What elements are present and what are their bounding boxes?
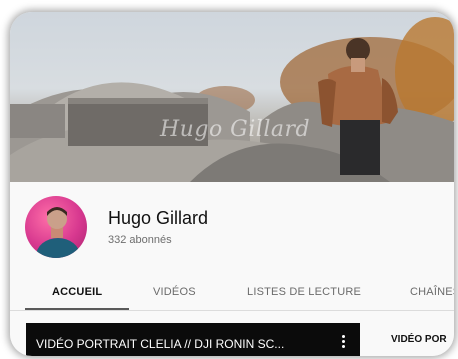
tab-videos[interactable]: VIDÉOS — [153, 286, 196, 298]
side-video-title[interactable]: VIDÉO POR — [391, 334, 447, 345]
avatar-person-icon — [36, 207, 80, 258]
banner-photo — [10, 17, 454, 182]
tabs-divider — [10, 310, 454, 311]
avatar[interactable] — [25, 196, 87, 258]
featured-video[interactable]: VIDÉO PORTRAIT CLELIA // DJI RONIN SC... — [26, 323, 360, 356]
banner-watermark: Hugo Gillard — [160, 117, 311, 142]
channel-banner: Hugo Gillard — [10, 12, 454, 182]
tab-channels[interactable]: CHAÎNES — [410, 286, 454, 298]
tab-accueil[interactable]: ACCUEIL — [52, 286, 102, 298]
subscriber-count: 332 abonnés — [108, 234, 172, 246]
channel-name: Hugo Gillard — [108, 208, 209, 228]
channel-tabs: ACCUEIL VIDÉOS LISTES DE LECTURE CHAÎNES — [10, 274, 454, 308]
channel-header: Hugo Gillard 332 abonnés ACCUEIL VIDÉOS … — [10, 182, 454, 356]
channel-card: Hugo Gillard Hugo Gillard 332 abonnés AC… — [10, 12, 454, 356]
tab-playlists[interactable]: LISTES DE LECTURE — [247, 286, 361, 298]
featured-video-title[interactable]: VIDÉO PORTRAIT CLELIA // DJI RONIN SC... — [36, 337, 284, 351]
more-vert-icon[interactable] — [339, 335, 347, 351]
